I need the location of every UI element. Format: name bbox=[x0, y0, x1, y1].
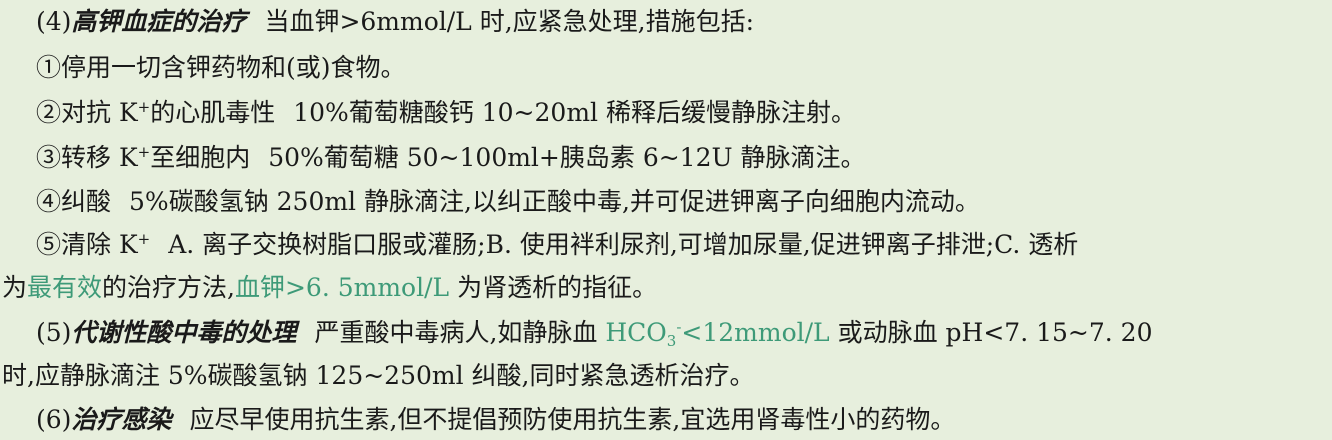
section-4-heading: 高钾血症的治疗 bbox=[71, 7, 247, 36]
section-4-line: (4)高钾血症的治疗 当血钾>6mmol/L 时,应紧急处理,措施包括: bbox=[36, 2, 754, 42]
section-6-text: 应尽早使用抗生素,但不提倡预防使用抗生素,宜选用肾毒性小的药物。 bbox=[189, 405, 956, 434]
section-5-continuation: 时,应静脉滴注 5%碳酸氢钠 125~250ml 纠酸,同时紧急透析治疗。 bbox=[2, 356, 754, 396]
item-3-mark: ③ bbox=[36, 143, 62, 172]
item-1: ①停用一切含钾药物和(或)食物。 bbox=[36, 48, 406, 88]
item-2-label-pre: 对抗 K bbox=[61, 98, 138, 127]
item-1-text: 停用一切含钾药物和(或)食物。 bbox=[61, 53, 406, 82]
document-page: (4)高钾血症的治疗 当血钾>6mmol/L 时,应紧急处理,措施包括: ①停用一… bbox=[0, 0, 1332, 440]
item-5-cont-post: 为肾透析的指征。 bbox=[449, 273, 658, 302]
hco3-threshold: <12mmol/L bbox=[681, 318, 830, 347]
item-4-text: 5%碳酸氢钠 250ml 静脉滴注,以纠正酸中毒,并可促进钾离子向细胞内流动。 bbox=[129, 187, 980, 216]
item-5-continuation: 为最有效的治疗方法,血钾>6. 5mmol/L 为肾透析的指征。 bbox=[2, 268, 657, 308]
hco3-subscript: 3 bbox=[666, 332, 677, 350]
item-4-mark: ④ bbox=[36, 187, 62, 216]
item-2-text: 10%葡萄糖酸钙 10~20ml 稀释后缓慢静脉注射。 bbox=[293, 98, 856, 127]
section-5-number: (5) bbox=[36, 318, 72, 347]
item-3-text: 50%葡萄糖 50~100ml+胰岛素 6~12U 静脉滴注。 bbox=[268, 143, 866, 172]
item-5-highlight-most-effective: 最有效 bbox=[27, 273, 103, 302]
section-4-number: (4) bbox=[36, 7, 72, 36]
section-4-text: 当血钾>6mmol/L 时,应紧急处理,措施包括: bbox=[264, 7, 755, 36]
item-4-label: 纠酸 bbox=[61, 187, 112, 216]
section-5-hco3-formula: HCO3-<12mmol/L bbox=[605, 318, 830, 350]
section-6-heading: 治疗感染 bbox=[71, 405, 172, 434]
item-2: ②对抗 K+的心肌毒性 10%葡萄糖酸钙 10~20ml 稀释后缓慢静脉注射。 bbox=[36, 93, 856, 133]
item-2-label-post: 的心肌毒性 bbox=[150, 98, 276, 127]
hco3-superscript: - bbox=[676, 318, 682, 336]
section-5-line: (5)代谢性酸中毒的处理 严重酸中毒病人,如静脉血 HCO3-<12mmol/L … bbox=[36, 313, 1152, 353]
hco3-base: HCO bbox=[605, 318, 667, 347]
item-5-mark: ⑤ bbox=[36, 230, 62, 259]
item-3: ③转移 K+至细胞内 50%葡萄糖 50~100ml+胰岛素 6~12U 静脉滴注… bbox=[36, 138, 866, 178]
section-5-text-post: 或动脉血 pH<7. 15~7. 20 bbox=[829, 318, 1153, 347]
section-5-cont-text: 时,应静脉滴注 5%碳酸氢钠 125~250ml 纠酸,同时紧急透析治疗。 bbox=[2, 361, 755, 390]
item-2-superscript: + bbox=[137, 98, 151, 116]
section-6-number: (6) bbox=[36, 405, 72, 434]
item-5: ⑤清除 K+ A. 离子交换树脂口服或灌肠;B. 使用袢利尿剂,可增加尿量,促进钾… bbox=[36, 225, 1078, 265]
item-1-mark: ① bbox=[36, 53, 62, 82]
section-5-text-pre: 严重酸中毒病人,如静脉血 bbox=[314, 318, 606, 347]
item-5-cont-mid: 的治疗方法, bbox=[102, 273, 235, 302]
item-3-label-post: 至细胞内 bbox=[150, 143, 251, 172]
item-5-text: A. 离子交换树脂口服或灌肠;B. 使用袢利尿剂,可增加尿量,促进钾离子排泄;C… bbox=[168, 230, 1079, 259]
section-5-heading: 代谢性酸中毒的处理 bbox=[71, 318, 297, 347]
item-4: ④纠酸 5%碳酸氢钠 250ml 静脉滴注,以纠正酸中毒,并可促进钾离子向细胞内流… bbox=[36, 182, 980, 222]
item-5-superscript: + bbox=[137, 230, 151, 248]
item-2-mark: ② bbox=[36, 98, 62, 127]
item-3-label-pre: 转移 K bbox=[61, 143, 138, 172]
item-3-superscript: + bbox=[137, 143, 151, 161]
section-6-line: (6)治疗感染 应尽早使用抗生素,但不提倡预防使用抗生素,宜选用肾毒性小的药物。 bbox=[36, 400, 955, 440]
item-5-label: 清除 K bbox=[61, 230, 138, 259]
item-5-highlight-potassium-threshold: 血钾>6. 5mmol/L bbox=[234, 273, 450, 302]
item-5-cont-pre: 为 bbox=[2, 273, 28, 302]
